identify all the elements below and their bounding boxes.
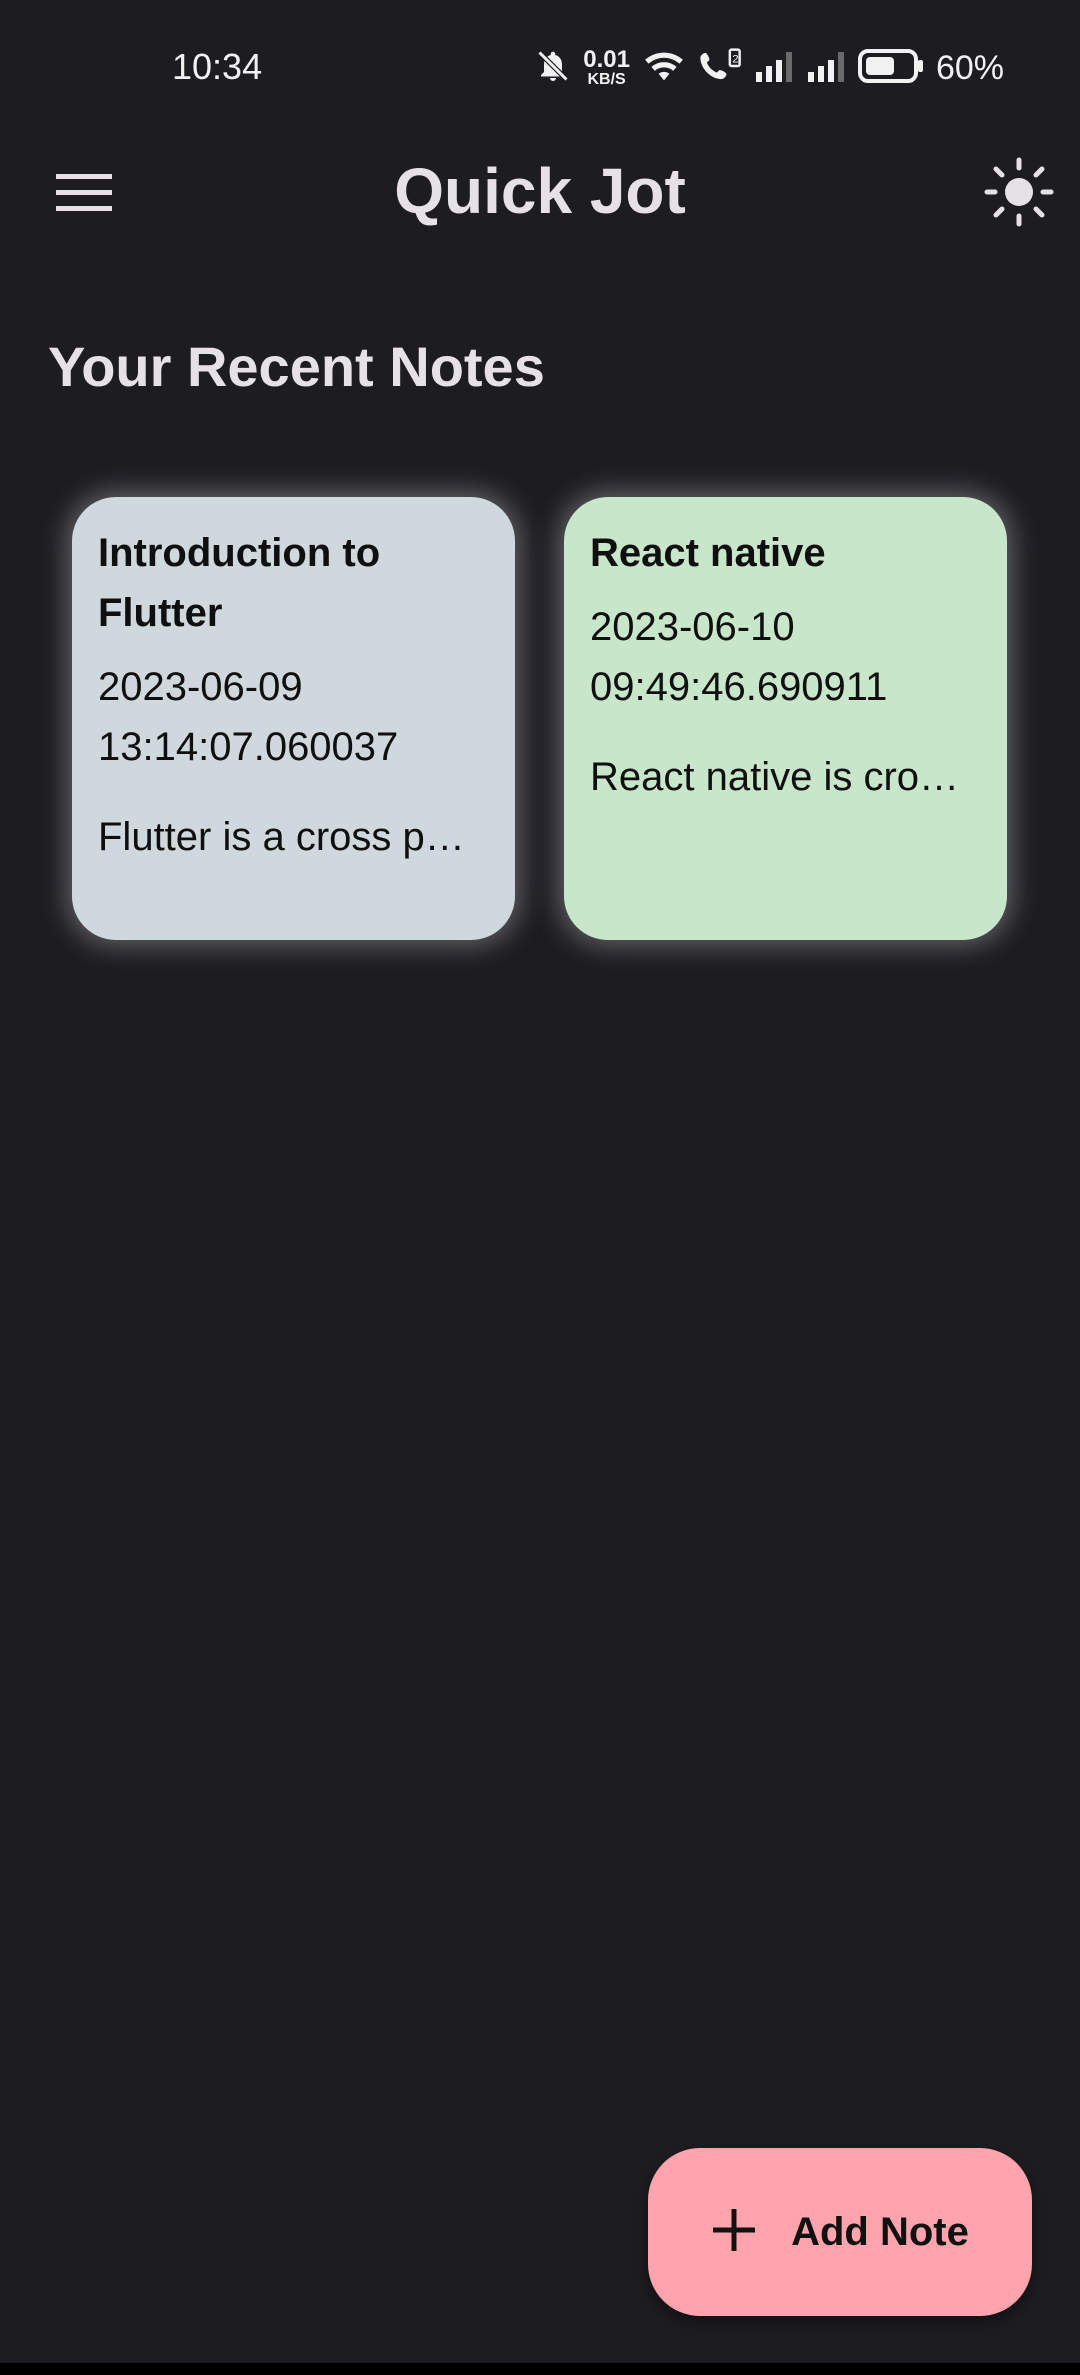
plus-icon [711, 2207, 757, 2258]
note-preview: React native is cro… [590, 755, 960, 799]
theme-toggle-button[interactable] [974, 154, 1064, 234]
note-card[interactable]: React native 2023-06-10 09:49:46.690911 … [564, 497, 1007, 940]
note-date: 2023-06-10 [590, 605, 795, 649]
status-bar: 10:34 0.01 KB/S 2 60% [0, 0, 1080, 140]
note-card[interactable]: Introduction to Flutter 2023-06-09 13:14… [72, 497, 515, 940]
note-preview: Flutter is a cross p… [98, 815, 465, 859]
add-note-button[interactable]: Add Note [648, 2148, 1032, 2316]
add-note-label: Add Note [791, 2209, 969, 2254]
note-time: 13:14:07.060037 [98, 725, 399, 769]
note-time: 09:49:46.690911 [590, 665, 888, 709]
svg-text:2: 2 [732, 53, 738, 65]
bell-off-icon [535, 48, 571, 89]
note-title: Introduction to Flutter [98, 531, 381, 635]
app-title: Quick Jot [394, 155, 686, 227]
note-date: 2023-06-09 [98, 665, 303, 709]
status-icons: 0.01 KB/S 2 60% [535, 46, 1004, 90]
net-speed: 0.01 KB/S [583, 46, 630, 88]
app-bar: Quick Jot [0, 140, 1080, 248]
signal-icon [754, 50, 794, 87]
section-title: Your Recent Notes [48, 335, 545, 398]
sun-icon [984, 157, 1054, 232]
wifi-icon [642, 48, 686, 89]
status-time: 10:34 [172, 46, 263, 87]
battery-percent: 60% [935, 48, 1004, 87]
navigation-bar [0, 2363, 1080, 2375]
battery-icon [857, 48, 924, 88]
note-timestamp: 2023-06-10 09:49:46.690911 [590, 597, 981, 717]
signal-icon [806, 50, 846, 87]
note-title: React native [590, 531, 826, 575]
note-timestamp: 2023-06-09 13:14:07.060037 [98, 657, 489, 777]
wifi-call-icon: 2 [698, 47, 742, 89]
